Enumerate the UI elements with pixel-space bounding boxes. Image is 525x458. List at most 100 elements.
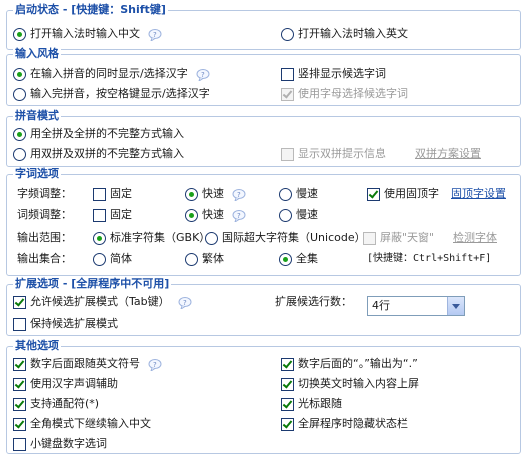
radio-indicator[interactable] (279, 208, 292, 222)
fullwidth-continue-checkbox[interactable]: 全角模式下继续输入中文 (13, 416, 151, 432)
set-shortcut-hint: [快捷键：Ctrl+Shift+F] (367, 253, 492, 264)
expand-rows-value: 4行 (372, 299, 390, 312)
other-title: 其他选项 (13, 339, 61, 353)
radio-indicator[interactable] (281, 27, 294, 41)
fixed-settings-link[interactable]: 固顶字设置 (451, 186, 506, 202)
detect-font-link[interactable]: 检测字体 (453, 230, 497, 246)
style-vertical-checkbox[interactable]: 竖排显示候选字词 (281, 66, 386, 82)
startup-chinese-radio[interactable]: 打开输入法时输入中文 ? (13, 26, 163, 42)
expand-rows-select[interactable]: 4行 (367, 296, 465, 316)
checkbox-box[interactable] (93, 187, 106, 201)
startup-title: 启动状态 - [快捷键：Shift键] (13, 3, 168, 17)
radio-selected-indicator[interactable] (13, 67, 26, 81)
style-letter-select-checkbox[interactable]: 使用字母选择候选字词 (281, 86, 408, 102)
expand-rows-label: 扩展候选行数： (275, 295, 352, 308)
svg-text:?: ? (153, 31, 157, 39)
block-tiangai-label: 屏蔽"天窗" (380, 231, 435, 244)
switch-commit-label: 切换英文时输入内容上屏 (298, 377, 419, 390)
checkbox-box[interactable] (281, 417, 294, 431)
help-bubble-icon[interactable]: ? (148, 28, 163, 41)
word-freq-fast-radio[interactable]: 快速 ? (185, 207, 247, 223)
checkbox-box[interactable] (281, 377, 294, 391)
tone-assist-checkbox[interactable]: 使用汉字声调辅助 (13, 376, 118, 392)
chevron-down-icon[interactable] (447, 297, 464, 315)
word-freq-fast-label: 快速 (202, 208, 224, 221)
checkbox-box[interactable] (367, 187, 380, 201)
use-fixed-checkbox[interactable]: 使用固顶字 (367, 186, 439, 202)
style-space-radio[interactable]: 输入完拼音，按空格键显示/选择汉字 (13, 86, 210, 102)
checkbox-box[interactable] (13, 357, 26, 371)
radio-indicator[interactable] (13, 147, 26, 161)
checkbox-box[interactable] (363, 231, 376, 245)
checkbox-box[interactable] (281, 67, 294, 81)
switch-commit-checkbox[interactable]: 切换英文时输入内容上屏 (281, 376, 419, 392)
output-range-label: 输出范围： (17, 231, 72, 244)
set-traditional-radio[interactable]: 繁体 (185, 251, 224, 267)
radio-selected-indicator[interactable] (279, 252, 292, 266)
block-tiangai-checkbox[interactable]: 屏蔽"天窗" (363, 230, 434, 246)
checkbox-box[interactable] (13, 437, 26, 451)
radio-selected-indicator[interactable] (185, 187, 198, 201)
hide-statusbar-checkbox[interactable]: 全屏程序时隐藏状态栏 (281, 416, 408, 432)
checkbox-box[interactable] (281, 357, 294, 371)
help-bubble-icon[interactable]: ? (178, 296, 193, 309)
help-bubble-icon[interactable]: ? (232, 188, 247, 201)
cursor-follow-checkbox[interactable]: 光标跟随 (281, 396, 342, 412)
style-group: 输入风格 在输入拼音的同时显示/选择汉字 ? 竖排显示候选字词 输入完拼音，按空… (6, 47, 521, 106)
set-simplified-radio[interactable]: 简体 (93, 251, 132, 267)
pinyin-scheme-link[interactable]: 双拼方案设置 (415, 146, 481, 162)
numpad-select-label: 小键盘数字选词 (30, 437, 107, 450)
char-freq-slow-radio[interactable]: 慢速 (279, 186, 318, 202)
checkbox-box[interactable] (281, 87, 294, 101)
radio-indicator[interactable] (279, 187, 292, 201)
char-freq-fixed-checkbox[interactable]: 固定 (93, 186, 132, 202)
num-english-symbol-label: 数字后面跟随英文符号 (30, 357, 140, 370)
checkbox-box[interactable] (13, 397, 26, 411)
set-traditional-label: 繁体 (202, 252, 224, 265)
tone-assist-label: 使用汉字声调辅助 (30, 377, 118, 390)
help-bubble-icon[interactable]: ? (148, 358, 163, 371)
checkbox-box[interactable] (281, 147, 294, 161)
radio-indicator[interactable] (13, 87, 26, 101)
checkbox-box[interactable] (281, 397, 294, 411)
checkbox-box[interactable] (13, 377, 26, 391)
help-bubble-icon[interactable]: ? (196, 68, 211, 81)
help-bubble-icon[interactable]: ? (232, 209, 247, 222)
char-freq-fast-radio[interactable]: 快速 ? (185, 186, 247, 202)
checkbox-box[interactable] (13, 295, 26, 309)
wildcard-checkbox[interactable]: 支持通配符(*) (13, 396, 99, 412)
range-std-radio[interactable]: 标准字符集（GBK） (93, 230, 210, 246)
checkbox-box[interactable] (13, 317, 26, 331)
startup-chinese-label: 打开输入法时输入中文 (30, 27, 140, 40)
num-english-symbol-checkbox[interactable]: 数字后面跟随英文符号 ? (13, 356, 163, 372)
radio-selected-indicator[interactable] (13, 127, 26, 141)
startup-english-radio[interactable]: 打开输入法时输入英文 (281, 26, 408, 42)
word-freq-fixed-checkbox[interactable]: 固定 (93, 207, 132, 223)
checkbox-box[interactable] (93, 208, 106, 222)
range-intl-label: 国际超大字符集（Unicode） (222, 231, 366, 244)
numpad-select-checkbox[interactable]: 小键盘数字选词 (13, 436, 107, 452)
pinyin-full-radio[interactable]: 用全拼及全拼的不完整方式输入 (13, 126, 184, 142)
pinyin-show-tips-checkbox[interactable]: 显示双拼提示信息 (281, 146, 386, 162)
radio-selected-indicator[interactable] (93, 231, 106, 245)
radio-indicator[interactable] (185, 252, 198, 266)
svg-text:?: ? (183, 299, 187, 307)
checkbox-box[interactable] (13, 417, 26, 431)
char-freq-fast-label: 快速 (202, 187, 224, 200)
range-intl-radio[interactable]: 国际超大字符集（Unicode） (205, 230, 366, 246)
set-full-radio[interactable]: 全集 (279, 251, 318, 267)
radio-selected-indicator[interactable] (13, 27, 26, 41)
word-freq-slow-radio[interactable]: 慢速 (279, 207, 318, 223)
expand-allow-checkbox[interactable]: 允许候选扩展模式（Tab键） ? (13, 294, 193, 310)
use-fixed-label: 使用固顶字 (384, 187, 439, 200)
num-period-checkbox[interactable]: 数字后面的“。”输出为“.” (281, 356, 418, 372)
style-instant-radio[interactable]: 在输入拼音的同时显示/选择汉字 ? (13, 66, 211, 82)
range-std-label: 标准字符集（GBK） (110, 231, 211, 244)
radio-indicator[interactable] (93, 252, 106, 266)
expand-keep-checkbox[interactable]: 保持候选扩展模式 (13, 316, 118, 332)
radio-selected-indicator[interactable] (185, 208, 198, 222)
radio-indicator[interactable] (205, 231, 218, 245)
words-group: 字词选项 字频调整： 固定 快速 ? 慢速 使用固顶字 固顶字设置 词频调整： … (6, 167, 521, 276)
pinyin-double-radio[interactable]: 用双拼及双拼的不完整方式输入 (13, 146, 184, 162)
startup-english-label: 打开输入法时输入英文 (298, 27, 408, 40)
